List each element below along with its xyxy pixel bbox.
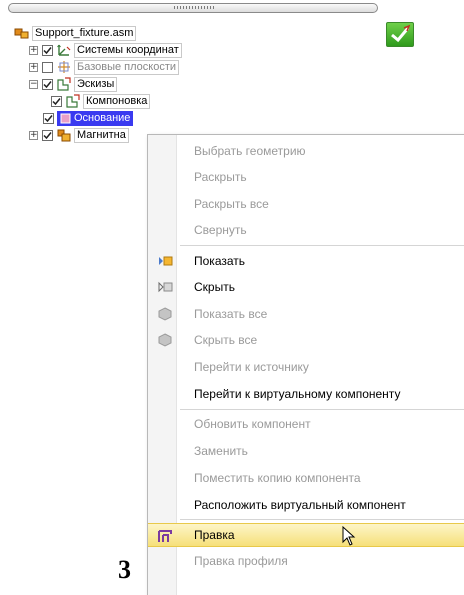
reference-planes-icon — [58, 61, 70, 73]
check-icon — [44, 114, 53, 122]
menu-item-label: Скрыть — [194, 280, 235, 294]
tree-item-label: Базовые плоскости — [74, 59, 180, 75]
menu-item-collapse[interactable]: Свернуть — [148, 218, 464, 242]
menu-item-update-component[interactable]: Обновить компонент — [148, 412, 464, 436]
menu-item-label: Правка — [194, 528, 235, 542]
show-icon — [159, 256, 173, 266]
visibility-checkbox[interactable] — [51, 95, 62, 107]
menu-item-label: Показать все — [194, 307, 268, 321]
visibility-checkbox[interactable] — [42, 61, 53, 73]
menu-separator — [180, 519, 464, 520]
hide-icon — [158, 281, 173, 293]
tree-item-label: Эскизы — [74, 76, 118, 92]
menu-separator — [180, 245, 464, 246]
part-icon — [60, 113, 71, 123]
menu-item-hide-all[interactable]: Скрыть все — [148, 328, 464, 352]
visibility-checkbox[interactable] — [42, 78, 53, 90]
menu-item-label: Перейти к виртуальному компоненту — [194, 387, 401, 401]
subassembly-icon — [57, 129, 71, 142]
menu-item-label: Показать — [194, 254, 246, 268]
expand-toggle[interactable]: + — [29, 130, 38, 140]
tree-item-coordinate-systems[interactable]: + Системы координат — [29, 42, 182, 58]
menu-item-hide[interactable]: Скрыть — [148, 275, 464, 299]
menu-item-show[interactable]: Показать — [148, 249, 464, 273]
hide-all-icon — [158, 333, 172, 347]
layout-sketch-icon — [66, 94, 80, 108]
menu-item-label: Перейти к источнику — [194, 360, 309, 374]
tree-item-label-selected: Основание — [57, 110, 134, 126]
menu-item-expand[interactable]: Раскрыть — [148, 165, 464, 189]
menu-item-label: Скрыть все — [194, 333, 258, 347]
menu-item-label: Выбрать геометрию — [194, 144, 306, 158]
menu-item-label: Заменить — [194, 444, 248, 458]
menu-item-replace[interactable]: Заменить — [148, 439, 464, 463]
expand-toggle[interactable]: + — [29, 62, 38, 72]
tree-item-sketches[interactable]: − Эскизы — [29, 76, 118, 92]
menu-item-label: Обновить компонент — [194, 417, 311, 431]
visibility-checkbox[interactable] — [42, 129, 53, 141]
menu-item-place-virtual-component[interactable]: Расположить виртуальный компонент — [148, 493, 464, 517]
tree-item-reference-planes[interactable]: + Базовые плоскости — [29, 59, 180, 75]
context-menu: Выбрать геометрию Раскрыть Раскрыть все … — [147, 134, 464, 595]
menu-item-go-to-virtual-component[interactable]: Перейти к виртуальному компоненту — [148, 382, 464, 406]
menu-separator — [180, 409, 464, 410]
annotation-number: 3 — [118, 555, 131, 584]
menu-item-label: Расположить виртуальный компонент — [194, 498, 406, 512]
scrollbar-grip[interactable] — [174, 6, 214, 9]
menu-item-expand-all[interactable]: Раскрыть все — [148, 192, 464, 216]
collapse-toggle[interactable]: − — [29, 79, 38, 89]
tree-item-base[interactable]: Основание — [43, 110, 134, 126]
menu-item-label: Правка профиля — [194, 554, 288, 568]
menu-item-edit[interactable]: Правка — [148, 523, 464, 547]
check-icon — [43, 80, 52, 88]
menu-item-label: Раскрыть — [194, 170, 247, 184]
menu-item-show-all[interactable]: Показать все — [148, 302, 464, 326]
tree-item-layout[interactable]: Компоновка — [51, 93, 151, 109]
menu-item-place-copy[interactable]: Поместить копию компонента — [148, 466, 464, 490]
menu-item-label: Поместить копию компонента — [194, 471, 361, 485]
check-icon — [52, 97, 61, 105]
tree-item-magnet[interactable]: + Магнитна — [29, 127, 129, 143]
check-icon — [43, 46, 52, 54]
horizontal-scrollbar[interactable] — [8, 3, 378, 13]
tree-item-label: Системы координат — [74, 42, 182, 58]
menu-item-label: Раскрыть все — [194, 197, 269, 211]
accept-check-icon[interactable] — [386, 22, 414, 47]
tree-item-label: Компоновка — [83, 93, 151, 109]
check-icon — [43, 131, 52, 139]
tree-item-text: Основание — [74, 111, 131, 124]
tree-root[interactable]: Support_fixture.asm — [14, 25, 137, 41]
menu-item-edit-profile[interactable]: Правка профиля — [148, 549, 464, 573]
visibility-checkbox[interactable] — [42, 44, 53, 56]
sketches-icon — [57, 77, 71, 91]
tree-item-label: Магнитна — [74, 127, 129, 143]
expand-toggle[interactable]: + — [29, 45, 38, 55]
visibility-checkbox[interactable] — [43, 112, 54, 124]
edit-icon — [158, 530, 172, 542]
menu-item-select-geometry[interactable]: Выбрать геометрию — [148, 139, 464, 163]
coordinate-system-icon — [57, 44, 71, 56]
menu-item-go-to-source[interactable]: Перейти к источнику — [148, 355, 464, 379]
tree-root-label: Support_fixture.asm — [32, 25, 137, 41]
show-all-icon — [158, 307, 172, 321]
mouse-cursor-icon — [342, 526, 356, 546]
assembly-icon — [14, 28, 29, 39]
menu-item-label: Свернуть — [194, 223, 247, 237]
